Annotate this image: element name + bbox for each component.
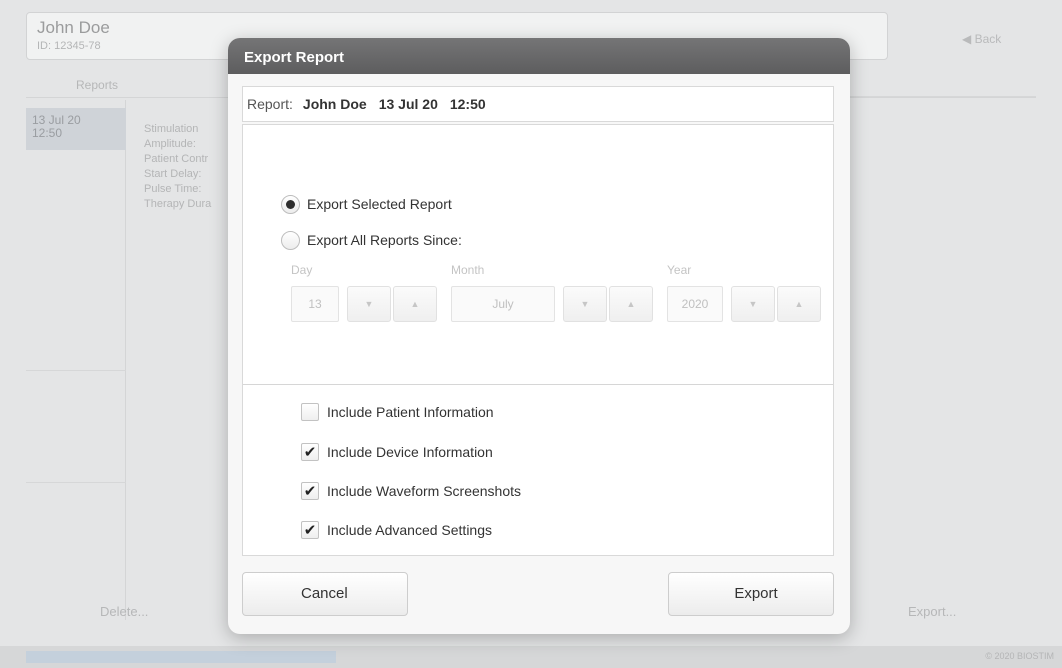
list-divider (26, 482, 126, 483)
back-button[interactable]: ◀ Back (962, 32, 1001, 46)
radio-export-all-since-label: Export All Reports Since: (307, 232, 462, 248)
report-details: Stimulation Amplitude: Patient Contr Sta… (144, 122, 211, 212)
detail-line: Therapy Dura (144, 198, 212, 210)
list-divider (26, 370, 126, 371)
include-advanced-settings-label: Include Advanced Settings (327, 522, 493, 538)
report-summary: Report: John Doe 13 Jul 20 12:50 (242, 86, 834, 122)
include-waveform-screenshots-label: Include Waveform Screenshots (327, 483, 522, 499)
month-field[interactable]: July (451, 286, 555, 322)
detail-line: Start Delay: (144, 168, 202, 180)
report-list-date: 13 Jul 20 (32, 113, 81, 127)
status-text: © 2020 BIOSTIM (985, 651, 1054, 661)
tab-reports[interactable]: Reports (76, 78, 118, 92)
report-time: 12:50 (449, 96, 486, 112)
include-advanced-settings-checkbox[interactable]: ✔ (301, 521, 319, 539)
include-device-info-checkbox[interactable]: ✔ (301, 443, 319, 461)
detail-line: Amplitude: (144, 138, 196, 150)
include-device-info-label: Include Device Information (327, 444, 493, 460)
report-list: 13 Jul 20 12:50 (26, 100, 126, 620)
year-down-button[interactable]: ▼ (731, 286, 775, 322)
month-label: Month (451, 263, 485, 277)
export-report-dialog: Export Report Report: John Doe 13 Jul 20 12… (228, 38, 850, 634)
month-down-button[interactable]: ▼ (563, 286, 607, 322)
report-date: 13 Jul 20 (378, 96, 438, 112)
detail-line: Patient Contr (144, 153, 209, 165)
day-label: Day (291, 263, 313, 277)
radio-export-selected-label: Export Selected Report (307, 196, 452, 212)
report-list-item[interactable]: 13 Jul 20 12:50 (26, 108, 126, 150)
delete-button[interactable]: Delete... (100, 604, 148, 619)
radio-button-selected[interactable] (281, 195, 300, 214)
day-field[interactable]: 13 (291, 286, 339, 322)
include-patient-info-label: Include Patient Information (327, 404, 494, 420)
report-list-time: 12:50 (32, 126, 63, 140)
export-button-bg[interactable]: Export... (908, 604, 956, 619)
patient-id: ID: 12345-78 (37, 40, 101, 52)
report-name: John Doe (302, 96, 367, 112)
year-field[interactable]: 2020 (667, 286, 723, 322)
year-label: Year (667, 263, 692, 277)
year-up-button[interactable]: ▲ (777, 286, 821, 322)
include-waveform-screenshots-checkbox[interactable]: ✔ (301, 482, 319, 500)
panel-divider (850, 96, 1036, 97)
day-down-button[interactable]: ▼ (347, 286, 391, 322)
cancel-button[interactable]: Cancel (242, 572, 408, 616)
dialog-titlebar: Export Report (228, 38, 850, 74)
include-patient-info-checkbox[interactable] (301, 403, 319, 421)
detail-line: Stimulation (144, 123, 199, 135)
detail-line: Pulse Time: (144, 183, 202, 195)
day-up-button[interactable]: ▲ (393, 286, 437, 322)
dialog-title: Export Report (244, 49, 345, 66)
patient-name: John Doe (37, 18, 110, 37)
status-progress (26, 651, 336, 663)
panel-divider (243, 384, 833, 385)
report-label: Report: (247, 96, 293, 112)
export-button[interactable]: Export (668, 572, 834, 616)
export-options-panel: Export Selected Report Export All Report… (242, 124, 834, 556)
radio-button-all-since[interactable] (281, 231, 300, 250)
month-up-button[interactable]: ▲ (609, 286, 653, 322)
status-bar: © 2020 BIOSTIM (0, 646, 1062, 668)
